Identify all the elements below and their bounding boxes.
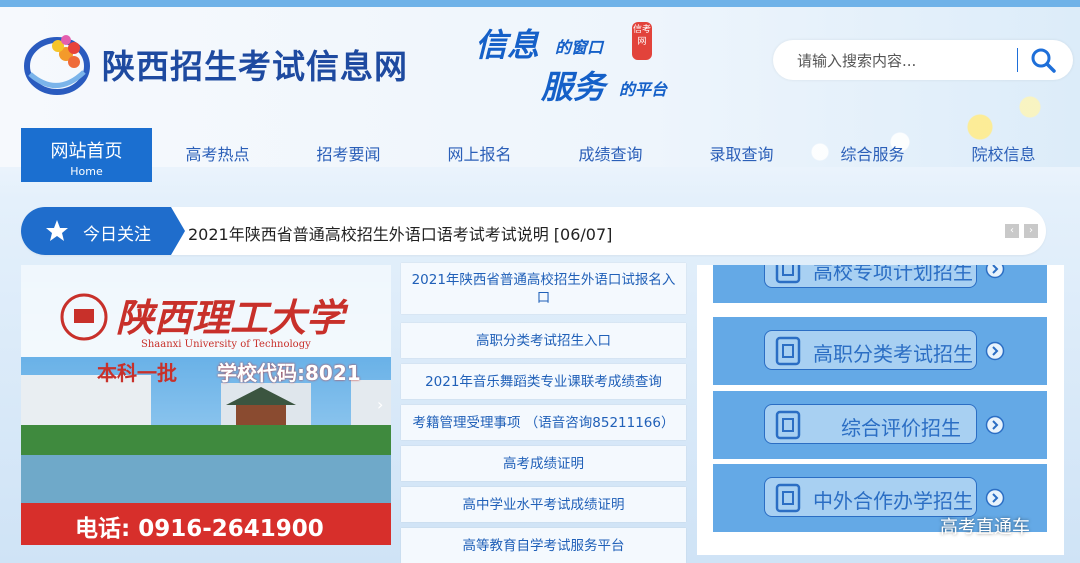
site-title: 陕西招生考试信息网: [102, 47, 408, 86]
list-item[interactable]: 高职分类考试招生入口: [401, 323, 686, 358]
star-icon: [46, 220, 68, 241]
category-label: 高校专项计划招生: [813, 265, 973, 284]
banner-batch: 本科一批: [97, 361, 177, 385]
banner-phone: 电话: 0916-2641900: [75, 516, 324, 542]
main-nav: 网站首页 Home 高考热点 招考要闻 网上报名 成绩查询 录取查询 综合服务 …: [21, 128, 1080, 182]
slogan-line1-small: 的窗口: [555, 38, 604, 57]
notice-label-text: 今日关注: [83, 225, 151, 245]
slogan-line1-big: 信息: [475, 26, 540, 64]
list-item[interactable]: 2021年陕西省普通高校招生外语口试报名入口: [401, 263, 686, 314]
document-icon: [775, 410, 801, 440]
category-label: 高职分类考试招生: [813, 342, 973, 366]
slogan: 信息 的窗口 服务 的平台 信考网: [475, 20, 685, 106]
site-logo-icon[interactable]: [22, 28, 92, 98]
category-label: 中外合作办学招生: [813, 489, 973, 513]
slogan-line2-small: 的平台: [619, 80, 668, 99]
banner-next-arrow[interactable]: ›: [377, 395, 383, 414]
category-item-special-plan[interactable]: 高校专项计划招生: [713, 265, 1047, 303]
banner-university-name: 陕西理工大学: [116, 295, 345, 340]
chevron-left-icon: ‹: [1010, 225, 1014, 236]
arrow-right-circle-icon: [985, 341, 1005, 361]
nav-item-label: 网站首页: [50, 141, 123, 162]
document-icon: [775, 336, 801, 366]
chevron-right-icon: ›: [377, 395, 384, 414]
slogan-stamp: 信考网: [632, 22, 652, 60]
document-icon: [775, 483, 801, 513]
list-item[interactable]: 高考成绩证明: [401, 446, 686, 481]
university-banner[interactable]: 陕西理工大学 Shaanxi University of Technology …: [21, 265, 391, 545]
banner-university-en: Shaanxi University of Technology: [141, 339, 311, 350]
banner-school-code: 学校代码:8021: [217, 361, 361, 385]
search-divider: [1017, 48, 1018, 72]
list-item[interactable]: 高等教育自学考试服务平台: [401, 528, 686, 563]
category-label: 综合评价招生: [841, 416, 961, 440]
document-icon: [775, 265, 801, 284]
arrow-right-circle-icon: [985, 415, 1005, 435]
nav-item-online-registration[interactable]: 网上报名: [414, 128, 545, 182]
notice-next-button[interactable]: ›: [1024, 224, 1038, 238]
notice-prev-button[interactable]: ‹: [1005, 224, 1019, 238]
slogan-line2-big: 服务: [541, 68, 606, 106]
list-item[interactable]: 考籍管理受理事项 （语音咨询85211166）: [401, 405, 686, 440]
list-item[interactable]: 高中学业水平考试成绩证明: [401, 487, 686, 522]
notice-label: 今日关注: [21, 207, 185, 255]
search-box: [773, 40, 1073, 80]
chevron-right-icon: ›: [1029, 225, 1033, 236]
search-icon[interactable]: [1027, 46, 1059, 74]
notice-bar: 今日关注 2021年陕西省普通高校招生外语口语考试考试说明 [06/07] ‹ …: [21, 207, 1046, 255]
nav-item-score-query[interactable]: 成绩查询: [545, 128, 676, 182]
category-panel: 高校专项计划招生 高职分类考试招生 综合评价招生 中外合作办学招生: [697, 265, 1064, 555]
nav-item-gaokao-hot[interactable]: 高考热点: [152, 128, 283, 182]
arrow-right-circle-icon: [985, 488, 1005, 508]
nav-item-college-info[interactable]: 院校信息: [938, 128, 1069, 182]
search-input[interactable]: [795, 49, 1019, 73]
nav-item-admission-query[interactable]: 录取查询: [676, 128, 807, 182]
arrow-right-circle-icon: [985, 265, 1005, 279]
notice-headline-link[interactable]: 2021年陕西省普通高校招生外语口语考试考试说明 [06/07]: [188, 221, 612, 245]
list-item[interactable]: 2021年音乐舞蹈类专业课联考成绩查询: [401, 364, 686, 399]
category-item-comprehensive[interactable]: 综合评价招生: [713, 391, 1047, 459]
nav-item-home[interactable]: 网站首页 Home: [21, 128, 152, 182]
nav-item-services[interactable]: 综合服务: [807, 128, 938, 182]
nav-item-news[interactable]: 招考要闻: [283, 128, 414, 182]
top-accent-bar: [0, 0, 1080, 7]
nav-item-sub-label: Home: [70, 165, 103, 178]
category-item-vocational[interactable]: 高职分类考试招生: [713, 317, 1047, 385]
watermark: 高考直通车: [940, 517, 1030, 538]
